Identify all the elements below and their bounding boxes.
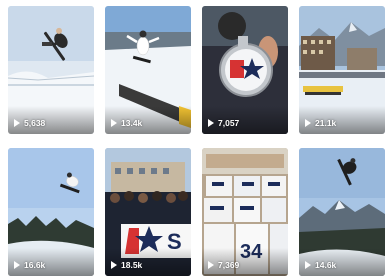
view-count: 7,057	[208, 118, 239, 128]
play-icon	[305, 261, 311, 269]
video-tile[interactable]: 34 7,369	[202, 148, 288, 276]
view-count-label: 14.6k	[315, 260, 337, 270]
view-count: 21.1k	[305, 118, 336, 128]
view-count-label: 18.5k	[121, 260, 143, 270]
view-count-label: 13.4k	[121, 118, 143, 128]
play-icon	[305, 119, 311, 127]
play-icon	[14, 119, 20, 127]
video-tile[interactable]: 16.6k	[8, 148, 94, 276]
view-count: 18.5k	[111, 260, 142, 270]
play-icon	[208, 261, 214, 269]
play-icon	[111, 119, 117, 127]
video-tile[interactable]: 5,638	[8, 6, 94, 134]
view-count-label: 21.1k	[315, 118, 337, 128]
video-tile[interactable]: 21.1k	[299, 6, 385, 134]
view-count: 16.6k	[14, 260, 45, 270]
play-icon	[14, 261, 20, 269]
video-tile[interactable]: 13.4k	[105, 6, 191, 134]
play-icon	[111, 261, 117, 269]
video-grid: 5,638 13.4k 7,057 21.1k 16.6k S 18.5k 7,…	[0, 0, 388, 280]
view-count-label: 7,369	[218, 260, 240, 270]
view-count: 13.4k	[111, 118, 142, 128]
view-count: 7,369	[208, 260, 239, 270]
play-icon	[208, 119, 214, 127]
view-count: 14.6k	[305, 260, 336, 270]
view-count-label: 16.6k	[24, 260, 46, 270]
video-tile[interactable]: S 18.5k	[105, 148, 191, 276]
view-count: 5,638	[14, 118, 45, 128]
view-count-label: 7,057	[218, 118, 240, 128]
view-count-label: 5,638	[24, 118, 46, 128]
video-tile[interactable]: 7,057	[202, 6, 288, 134]
video-tile[interactable]: 14.6k	[299, 148, 385, 276]
